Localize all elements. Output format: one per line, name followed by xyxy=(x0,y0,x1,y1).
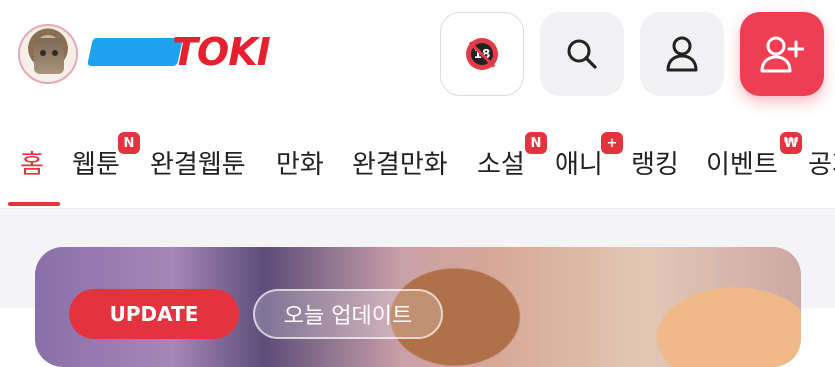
main-content: UPDATE 오늘 업데이트 xyxy=(0,209,835,367)
new-badge: N xyxy=(525,132,547,154)
nav-tab-completed-manga[interactable]: 완결만화 xyxy=(352,144,448,181)
add-user-icon xyxy=(760,36,804,73)
logo-mascot-image[interactable] xyxy=(18,24,78,84)
plus-badge: + xyxy=(601,132,623,154)
logo-redacted-mark xyxy=(87,38,183,66)
nav-tab-completed-webtoon[interactable]: 완결웹툰 xyxy=(150,144,246,181)
profile-button[interactable] xyxy=(640,12,724,96)
featured-banner[interactable]: UPDATE 오늘 업데이트 xyxy=(35,247,801,367)
nav-tab-manga[interactable]: 만화 xyxy=(276,144,324,181)
new-badge: N xyxy=(118,132,140,154)
nav-tab-ranking[interactable]: 랭킹 xyxy=(631,144,679,181)
nav-tab-event[interactable]: 이벤트 xyxy=(706,144,778,181)
site-logo-text[interactable]: TOKI xyxy=(172,30,271,74)
adult-18-icon: 18 xyxy=(466,38,498,70)
nav-active-indicator xyxy=(8,202,60,206)
search-icon xyxy=(567,39,597,69)
adult-filter-button[interactable]: 18 xyxy=(440,12,524,96)
won-badge: ₩ xyxy=(780,132,802,154)
user-icon xyxy=(666,36,698,72)
nav-tab-webtoon[interactable]: 웹툰 xyxy=(72,144,120,181)
category-nav: 홈 웹툰 N 완결웹툰 만화 완결만화 소설 N 애니 + 랭킹 이벤트 ₩ 공… xyxy=(0,120,835,209)
nav-tab-anime[interactable]: 애니 xyxy=(555,144,603,181)
search-button[interactable] xyxy=(540,12,624,96)
nav-tab-notice[interactable]: 공지 xyxy=(808,144,835,181)
nav-tab-novel[interactable]: 소설 xyxy=(477,144,525,181)
nav-tab-home[interactable]: 홈 xyxy=(20,144,44,181)
today-update-tag: 오늘 업데이트 xyxy=(253,289,443,339)
update-tag: UPDATE xyxy=(69,289,239,339)
signup-button[interactable] xyxy=(740,12,824,96)
top-header: TOKI 18 xyxy=(0,0,835,121)
